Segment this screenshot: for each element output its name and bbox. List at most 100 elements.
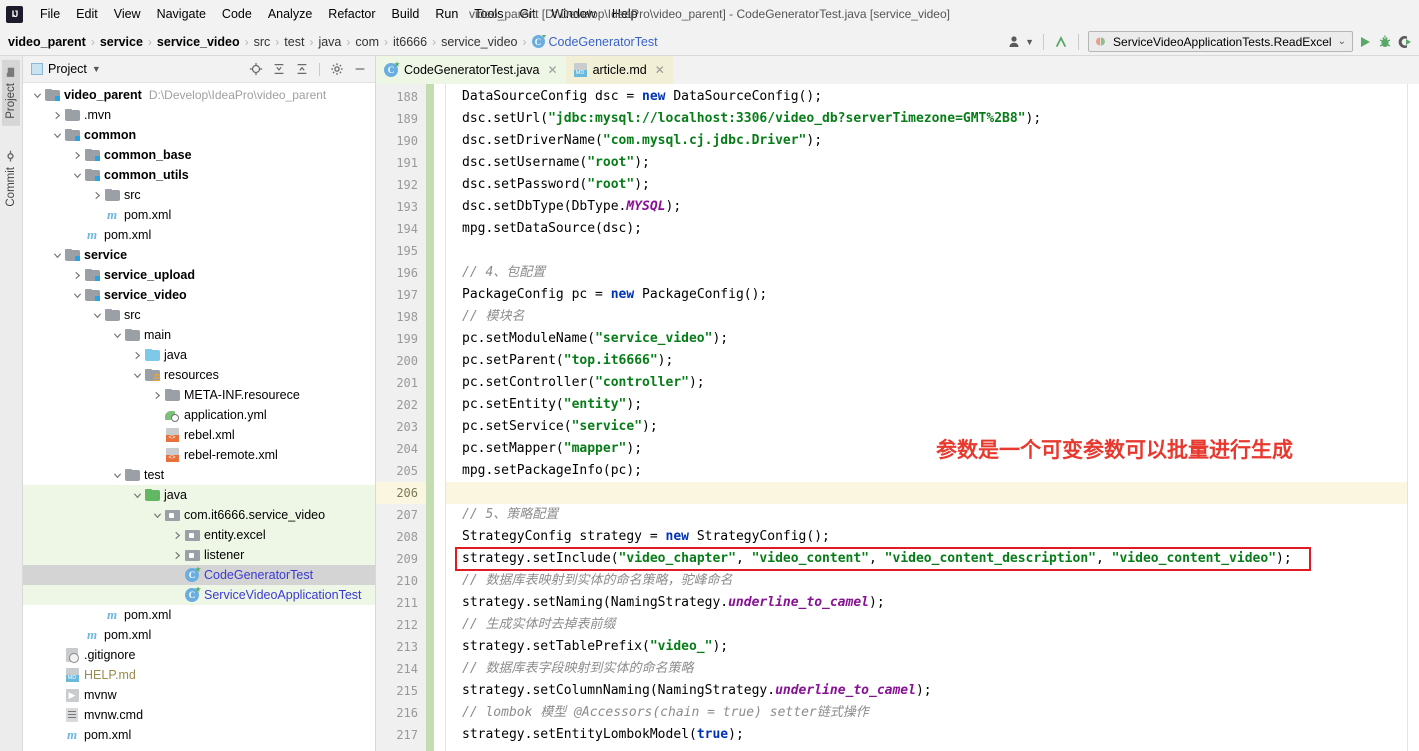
line-number[interactable]: 199 [376, 328, 426, 350]
chevron-right-icon[interactable] [151, 391, 164, 400]
chevron-down-icon[interactable] [51, 251, 64, 260]
menu-item-view[interactable]: View [106, 4, 149, 24]
tree-node[interactable]: HELP.md [23, 665, 375, 685]
tree-node[interactable]: resources [23, 365, 375, 385]
menu-item-build[interactable]: Build [384, 4, 428, 24]
code-editor[interactable]: 188 189 190 191 192 193 194 195 196 197 198 199 200 2… [376, 84, 1419, 751]
code-line[interactable]: pc.setParent("top.it6666"); [446, 350, 1407, 372]
tree-node[interactable]: listener [23, 545, 375, 565]
tree-node[interactable]: com.it6666.service_video [23, 505, 375, 525]
breadcrumb-item-CodeGeneratorTest[interactable]: C CodeGeneratorTest [531, 35, 658, 49]
breadcrumb-item-service_video[interactable]: service_video [441, 35, 517, 49]
tree-node[interactable]: common_base [23, 145, 375, 165]
code-line[interactable]: // 4、包配置 [446, 262, 1407, 284]
code-line[interactable]: pc.setModuleName("service_video"); [446, 328, 1407, 350]
code-folding-gutter[interactable] [434, 84, 446, 751]
tree-node[interactable]: rebel.xml [23, 425, 375, 445]
project-tree[interactable]: video_parent D:\Develop\IdeaPro\video_par… [23, 83, 375, 751]
expand-all-icon[interactable] [272, 62, 286, 76]
sidebar-item-project[interactable]: Project [2, 60, 20, 126]
locate-icon[interactable] [249, 62, 263, 76]
code-line[interactable]: // 5、策略配置 [446, 504, 1407, 526]
breadcrumb-item-service[interactable]: service [100, 35, 143, 49]
user-account-button[interactable]: ▼ [1007, 34, 1034, 50]
tree-node[interactable]: m pom.xml [23, 225, 375, 245]
line-number[interactable]: 189 [376, 108, 426, 130]
code-line[interactable]: DataSourceConfig dsc = new DataSourceCon… [446, 86, 1407, 108]
tree-node[interactable]: common_utils [23, 165, 375, 185]
run-icon[interactable] [1357, 34, 1373, 50]
chevron-right-icon[interactable] [131, 351, 144, 360]
line-number[interactable]: 208 [376, 526, 426, 548]
tree-node[interactable]: test [23, 465, 375, 485]
chevron-down-icon[interactable] [91, 311, 104, 320]
code-line[interactable] [446, 240, 1407, 262]
collapse-all-icon[interactable] [295, 62, 309, 76]
line-number[interactable]: 188 [376, 86, 426, 108]
tree-node[interactable]: main [23, 325, 375, 345]
chevron-right-icon[interactable] [171, 551, 184, 560]
menu-item-tools[interactable]: Tools [466, 4, 511, 24]
code-line[interactable]: dsc.setPassword("root"); [446, 174, 1407, 196]
line-number[interactable]: 215 [376, 680, 426, 702]
editor-tab-2[interactable]: article.md ✕ [565, 56, 673, 84]
breadcrumb-item-java[interactable]: java [318, 35, 341, 49]
line-number[interactable]: 216 [376, 702, 426, 724]
line-number[interactable]: 217 [376, 724, 426, 746]
code-line[interactable]: // 模块名 [446, 306, 1407, 328]
chevron-down-icon[interactable] [131, 371, 144, 380]
tree-node[interactable]: service_upload [23, 265, 375, 285]
tree-node[interactable]: service_video [23, 285, 375, 305]
debug-icon[interactable] [1377, 34, 1393, 50]
code-line[interactable]: strategy.setNaming(NamingStrategy.underl… [446, 592, 1407, 614]
line-number[interactable]: 205 [376, 460, 426, 482]
code-line[interactable]: StrategyConfig strategy = new StrategyCo… [446, 526, 1407, 548]
line-number[interactable]: 201 [376, 372, 426, 394]
chevron-down-icon[interactable] [51, 131, 64, 140]
line-number[interactable]: 192 [376, 174, 426, 196]
chevron-down-icon[interactable] [111, 331, 124, 340]
close-icon[interactable]: ✕ [548, 63, 558, 77]
line-number[interactable]: 209 [376, 548, 426, 570]
line-number[interactable]: 194 [376, 218, 426, 240]
line-number[interactable]: 200 [376, 350, 426, 372]
menu-item-help[interactable]: Help [604, 4, 646, 24]
chevron-down-icon[interactable] [111, 471, 124, 480]
code-line[interactable]: strategy.setColumnNaming(NamingStrategy.… [446, 680, 1407, 702]
menu-item-code[interactable]: Code [214, 4, 260, 24]
line-number[interactable]: 203 [376, 416, 426, 438]
breadcrumb[interactable]: video_parent › service › service_video › src › t… [8, 35, 1007, 49]
tree-node[interactable]: META-INF.resourece [23, 385, 375, 405]
menu-item-file[interactable]: File [32, 4, 68, 24]
code-line[interactable]: strategy.setInclude("video_chapter", "vi… [446, 548, 1407, 570]
tree-node[interactable]: application.yml [23, 405, 375, 425]
tree-node[interactable]: rebel-remote.xml [23, 445, 375, 465]
chevron-down-icon[interactable] [151, 511, 164, 520]
tree-node[interactable]: src [23, 305, 375, 325]
line-number[interactable]: 210 [376, 570, 426, 592]
line-number[interactable]: 193 [376, 196, 426, 218]
chevron-right-icon[interactable] [71, 271, 84, 280]
tree-node[interactable]: video_parent D:\Develop\IdeaPro\video_par… [23, 85, 375, 105]
editor-tab-1[interactable]: C CodeGeneratorTest.java ✕ [376, 56, 566, 84]
code-content[interactable]: 参数是一个可变参数可以批量进行生成 DataSourceConfig dsc =… [446, 84, 1407, 751]
tree-node[interactable]: java [23, 485, 375, 505]
tree-node[interactable]: C ServiceVideoApplicationTest [23, 585, 375, 605]
line-number[interactable]: 198 [376, 306, 426, 328]
tree-node[interactable]: m pom.xml [23, 725, 375, 745]
code-line[interactable]: // lombok 模型 @Accessors(chain = true) se… [446, 702, 1407, 724]
line-number[interactable]: 202 [376, 394, 426, 416]
chevron-right-icon[interactable] [51, 111, 64, 120]
code-line[interactable]: strategy.setEntityLombokModel(true); [446, 724, 1407, 746]
code-line[interactable]: // 数据库表字段映射到实体的命名策略 [446, 658, 1407, 680]
line-number[interactable]: 211 [376, 592, 426, 614]
code-line[interactable]: strategy.setTablePrefix("video_"); [446, 636, 1407, 658]
menu-item-run[interactable]: Run [427, 4, 466, 24]
code-line[interactable]: dsc.setDbType(DbType.MYSQL); [446, 196, 1407, 218]
chevron-right-icon[interactable] [71, 151, 84, 160]
tree-node[interactable]: service [23, 245, 375, 265]
menu-item-window[interactable]: Window [543, 4, 603, 24]
line-number[interactable]: 190 [376, 130, 426, 152]
error-stripe-marker-bar[interactable] [1407, 84, 1419, 751]
menu-item-navigate[interactable]: Navigate [149, 4, 214, 24]
